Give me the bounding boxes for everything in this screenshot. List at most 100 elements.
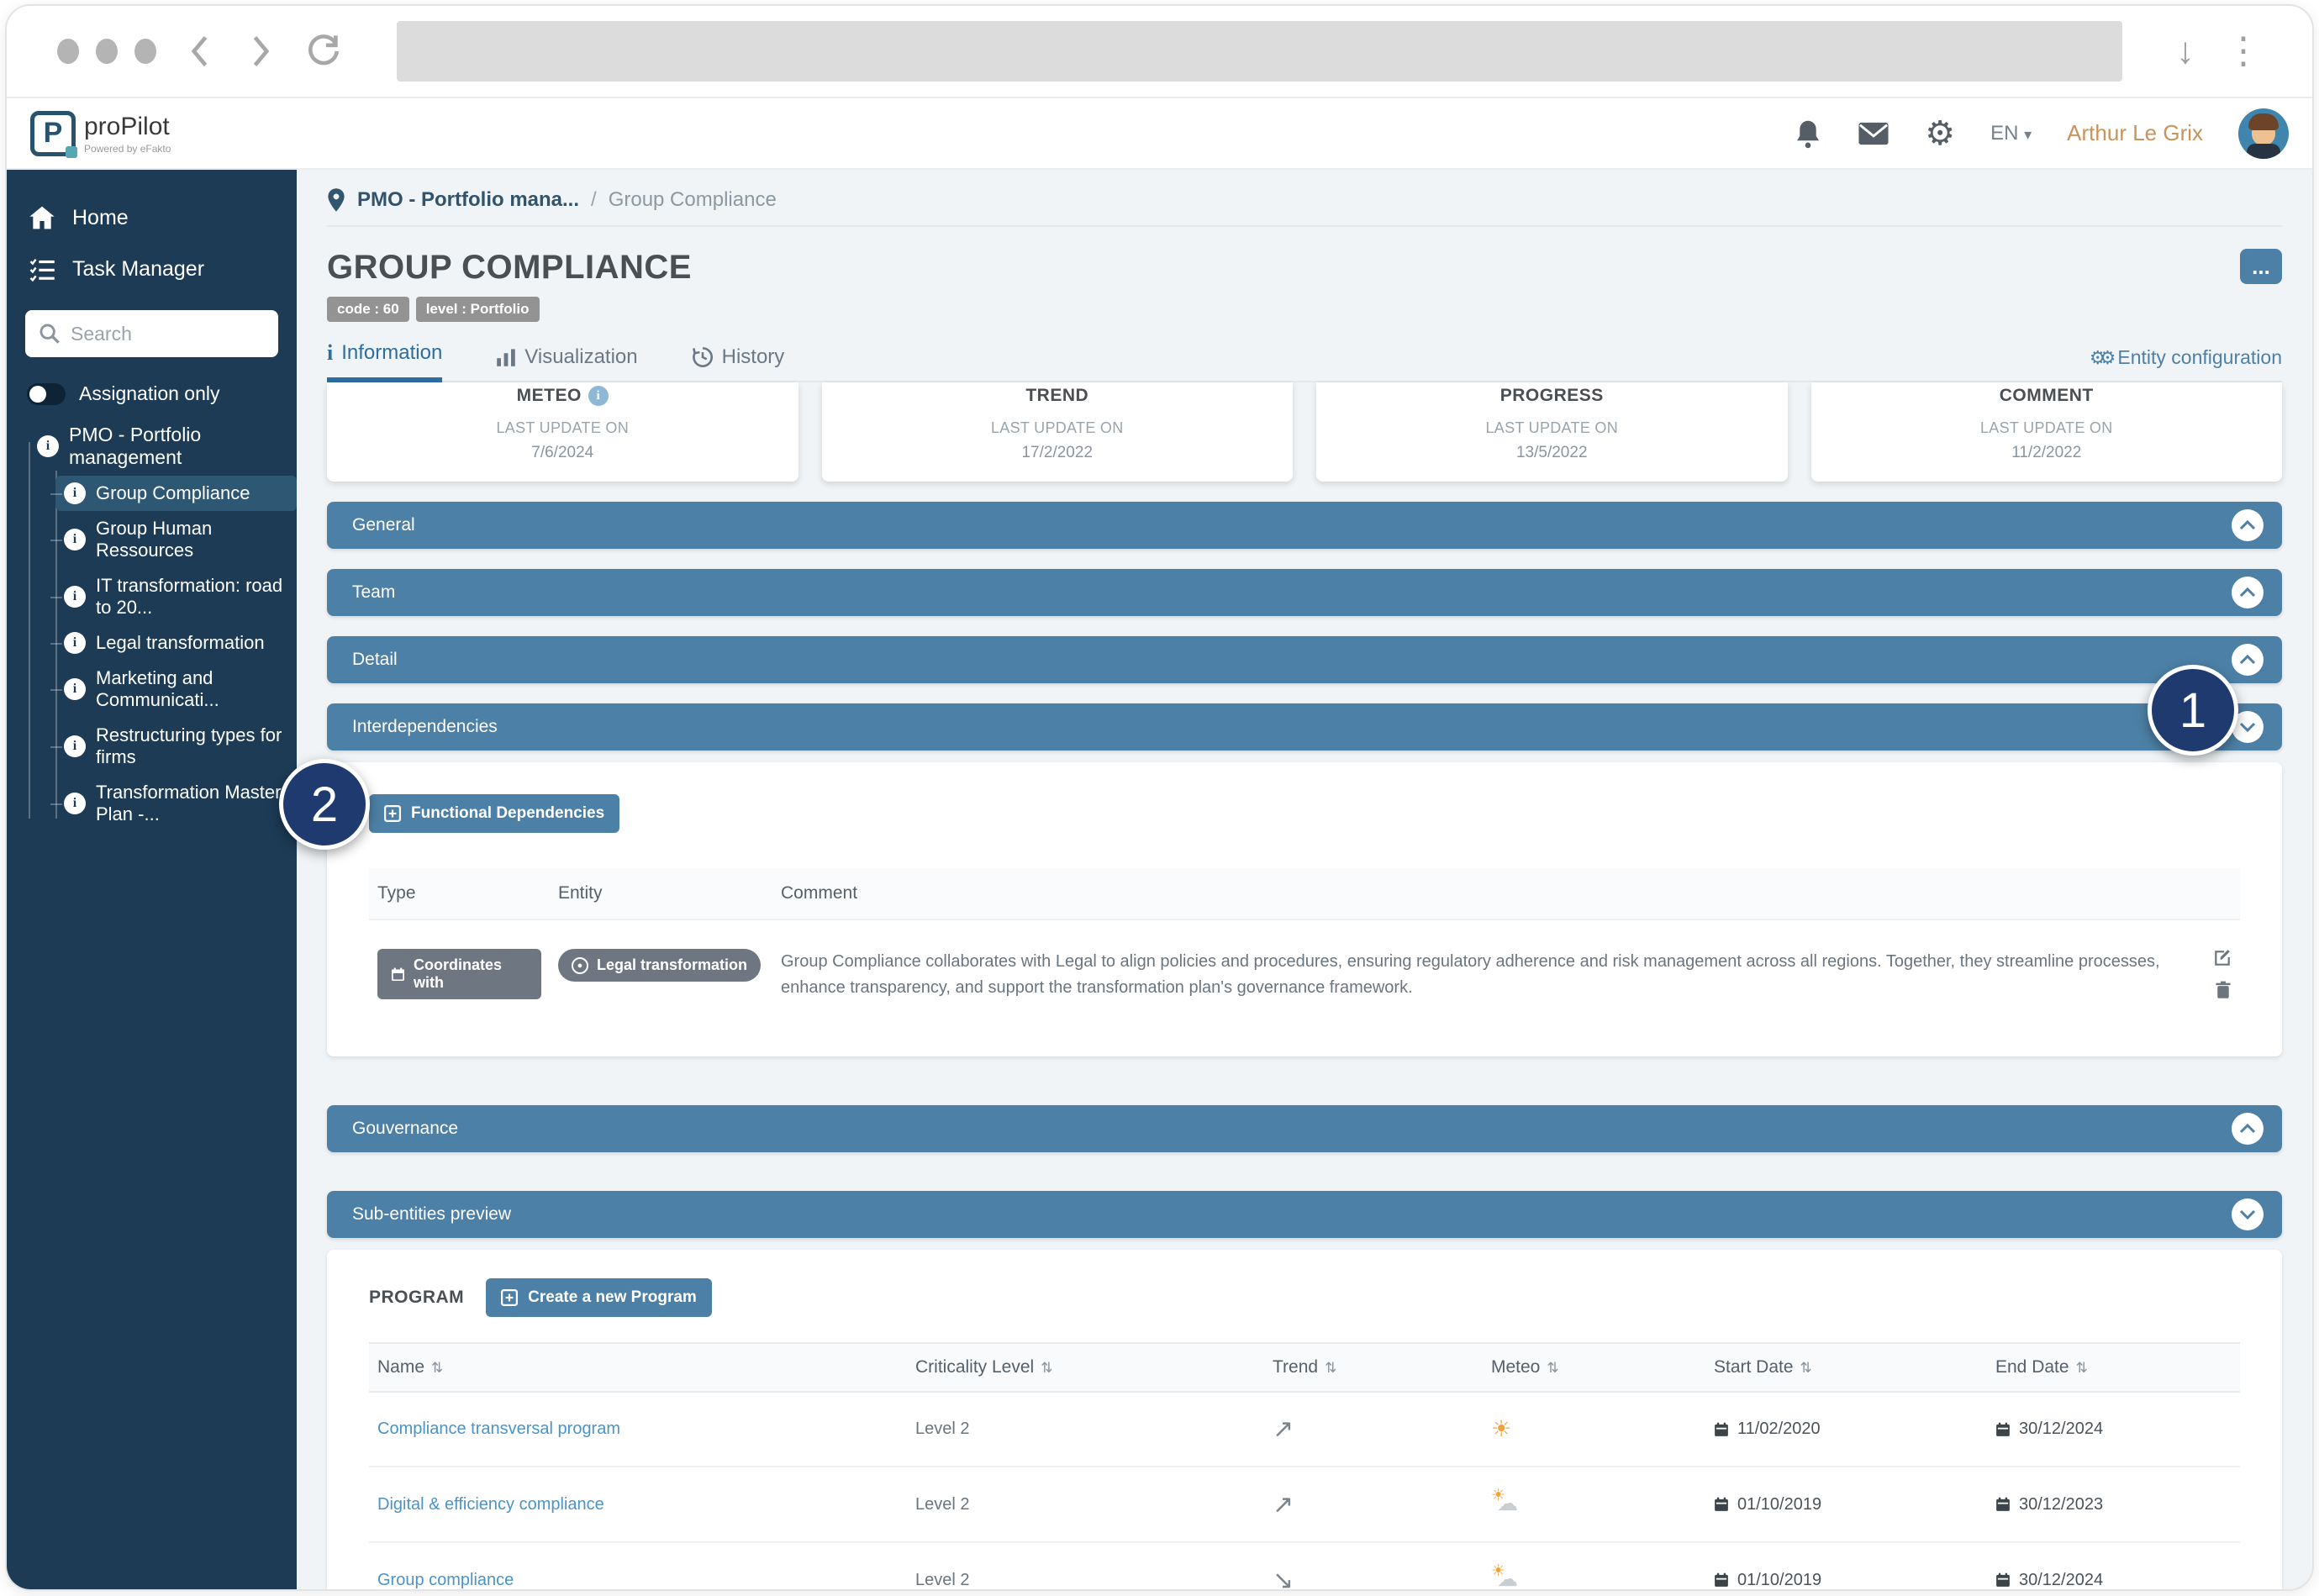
address-bar[interactable] bbox=[397, 21, 2122, 82]
meteo-card[interactable]: METEO i LAST UPDATE ON 7/6/2024 bbox=[327, 382, 798, 482]
chevron-up-icon[interactable] bbox=[2232, 509, 2264, 541]
info-icon[interactable]: i bbox=[588, 386, 609, 406]
entity-node-icon: i bbox=[64, 678, 86, 700]
avatar[interactable] bbox=[2238, 108, 2289, 159]
tree-node-root[interactable]: i PMO - Portfolio management bbox=[29, 417, 297, 476]
breadcrumb-parent[interactable]: PMO - Portfolio mana... bbox=[357, 188, 579, 212]
program-name-link[interactable]: Digital & efficiency compliance bbox=[377, 1495, 604, 1514]
tree-node-transformation-master-plan[interactable]: i Transformation Master Plan -... bbox=[55, 775, 297, 832]
section-detail[interactable]: Detail bbox=[327, 636, 2282, 683]
comment-card[interactable]: COMMENT LAST UPDATE ON 11/2/2022 bbox=[1811, 382, 2283, 482]
table-row: Compliance transversal program Level 2 ↗… bbox=[369, 1392, 2240, 1467]
window-dot[interactable] bbox=[96, 39, 118, 64]
chevron-down-icon: ▾ bbox=[2024, 126, 2032, 143]
assignation-toggle[interactable] bbox=[27, 383, 66, 405]
start-date: 01/10/2019 bbox=[1737, 1495, 1821, 1514]
chevron-up-icon[interactable] bbox=[2232, 577, 2264, 608]
messages-envelope-icon[interactable] bbox=[1858, 121, 1889, 146]
section-interdependencies[interactable]: Interdependencies bbox=[327, 703, 2282, 751]
sort-icon[interactable]: ⇅ bbox=[1041, 1360, 1052, 1376]
entity-configuration-link[interactable]: ⚙⚙ Entity configuration bbox=[2090, 346, 2282, 381]
column-header-comment[interactable]: Comment bbox=[772, 868, 2181, 919]
tree-node-group-human-ressources[interactable]: i Group Human Ressources bbox=[55, 511, 297, 568]
program-table: Name⇅ Criticality Level⇅ Trend⇅ Meteo⇅ S… bbox=[369, 1342, 2240, 1589]
start-date: 11/02/2020 bbox=[1737, 1420, 1821, 1439]
window-dot[interactable] bbox=[134, 39, 156, 64]
column-header-criticality[interactable]: Criticality Level⇅ bbox=[907, 1343, 1264, 1392]
tab-bar: i Information Visualization History bbox=[327, 340, 2282, 382]
sort-icon[interactable]: ⇅ bbox=[1325, 1360, 1336, 1376]
back-icon[interactable] bbox=[187, 33, 215, 70]
column-header-name[interactable]: Name⇅ bbox=[369, 1343, 907, 1392]
section-general[interactable]: General bbox=[327, 502, 2282, 549]
tree-node-legal-transformation[interactable]: i Legal transformation bbox=[55, 625, 297, 661]
column-header-end-date[interactable]: End Date⇅ bbox=[1987, 1343, 2240, 1392]
column-header-trend[interactable]: Trend⇅ bbox=[1264, 1343, 1483, 1392]
sidebar-search[interactable] bbox=[25, 310, 278, 357]
column-header-entity[interactable]: Entity bbox=[550, 868, 772, 919]
sidebar-item-home[interactable]: Home bbox=[7, 192, 297, 244]
delete-trash-icon[interactable] bbox=[2215, 981, 2232, 999]
sort-icon[interactable]: ⇅ bbox=[1800, 1360, 1812, 1376]
chevron-up-icon[interactable] bbox=[2232, 644, 2264, 676]
last-update-label: LAST UPDATE ON bbox=[1811, 419, 2283, 437]
plus-square-icon bbox=[501, 1289, 518, 1306]
dependency-comment: Group Compliance collaborates with Legal… bbox=[781, 949, 2173, 1001]
program-name-link[interactable]: Compliance transversal program bbox=[377, 1420, 620, 1438]
app-logo[interactable]: P proPilot Powered by eFakto bbox=[30, 111, 171, 156]
criticality-level: Level 2 bbox=[907, 1392, 1264, 1467]
tree-node-restructuring-types[interactable]: i Restructuring types for firms bbox=[55, 718, 297, 775]
more-actions-button[interactable]: ... bbox=[2240, 249, 2282, 284]
sidebar-item-label: Home bbox=[72, 206, 129, 230]
refresh-icon[interactable] bbox=[304, 32, 343, 71]
window-controls[interactable] bbox=[57, 39, 156, 64]
sidebar-item-task-manager[interactable]: Task Manager bbox=[7, 244, 297, 295]
edit-icon[interactable] bbox=[2213, 949, 2232, 967]
tree-node-group-compliance[interactable]: i Group Compliance bbox=[55, 476, 297, 511]
forward-icon[interactable] bbox=[245, 33, 274, 70]
tab-information[interactable]: i Information bbox=[327, 340, 442, 382]
column-header-meteo[interactable]: Meteo⇅ bbox=[1483, 1343, 1705, 1392]
language-selector[interactable]: EN ▾ bbox=[1990, 122, 2032, 145]
user-name[interactable]: Arthur Le Grix bbox=[2067, 120, 2203, 146]
chevron-down-icon[interactable] bbox=[2232, 1198, 2264, 1230]
section-sub-entities-preview[interactable]: Sub-entities preview bbox=[327, 1191, 2282, 1238]
program-name-link[interactable]: Group compliance bbox=[377, 1571, 514, 1589]
progress-card[interactable]: PROGRESS LAST UPDATE ON 13/5/2022 bbox=[1316, 382, 1788, 482]
column-header-start-date[interactable]: Start Date⇅ bbox=[1705, 1343, 1987, 1392]
chart-icon bbox=[496, 347, 516, 367]
chevron-up-icon[interactable] bbox=[2232, 1113, 2264, 1145]
plus-square-icon bbox=[384, 805, 401, 822]
notifications-bell-icon[interactable] bbox=[1794, 119, 1822, 149]
window-dot[interactable] bbox=[57, 39, 79, 64]
sidebar-item-label: Task Manager bbox=[72, 257, 204, 282]
last-update-label: LAST UPDATE ON bbox=[327, 419, 798, 437]
browser-menu-icon[interactable]: ⋮ bbox=[2225, 33, 2262, 70]
sort-icon[interactable]: ⇅ bbox=[1547, 1360, 1558, 1376]
breadcrumb-current: Group Compliance bbox=[609, 188, 777, 212]
download-icon[interactable]: ↓ bbox=[2176, 33, 2195, 70]
card-title: COMMENT bbox=[2000, 386, 2094, 406]
settings-gear-icon[interactable]: ⚙ bbox=[1925, 114, 1955, 153]
assignation-toggle-row[interactable]: Assignation only bbox=[7, 366, 297, 412]
dependency-entity-badge[interactable]: ● Legal transformation bbox=[558, 949, 761, 982]
tree-node-it-transformation[interactable]: i IT transformation: road to 20... bbox=[55, 568, 297, 625]
search-input[interactable] bbox=[71, 323, 265, 345]
sort-icon[interactable]: ⇅ bbox=[431, 1360, 443, 1376]
create-program-button[interactable]: Create a new Program bbox=[486, 1278, 712, 1317]
tree-node-marketing-communication[interactable]: i Marketing and Communicati... bbox=[55, 661, 297, 718]
summary-cards: METEO i LAST UPDATE ON 7/6/2024 TREND LA… bbox=[327, 382, 2282, 482]
trend-card[interactable]: TREND LAST UPDATE ON 17/2/2022 bbox=[822, 382, 1294, 482]
section-gouvernance[interactable]: Gouvernance bbox=[327, 1105, 2282, 1152]
checklist-icon bbox=[29, 258, 55, 282]
entity-tree: i PMO - Portfolio management i Group Com… bbox=[7, 417, 297, 832]
sort-icon[interactable]: ⇅ bbox=[2076, 1360, 2088, 1376]
functional-dependencies-button[interactable]: Functional Dependencies bbox=[369, 794, 619, 833]
dependency-type-badge: Coordinates with bbox=[377, 949, 541, 999]
tab-history[interactable]: History bbox=[692, 345, 785, 381]
section-team[interactable]: Team bbox=[327, 569, 2282, 616]
calendar-icon bbox=[1714, 1497, 1729, 1512]
column-header-type[interactable]: Type bbox=[369, 868, 550, 919]
tab-visualization[interactable]: Visualization bbox=[496, 345, 637, 381]
level-badge: level : Portfolio bbox=[416, 297, 540, 322]
